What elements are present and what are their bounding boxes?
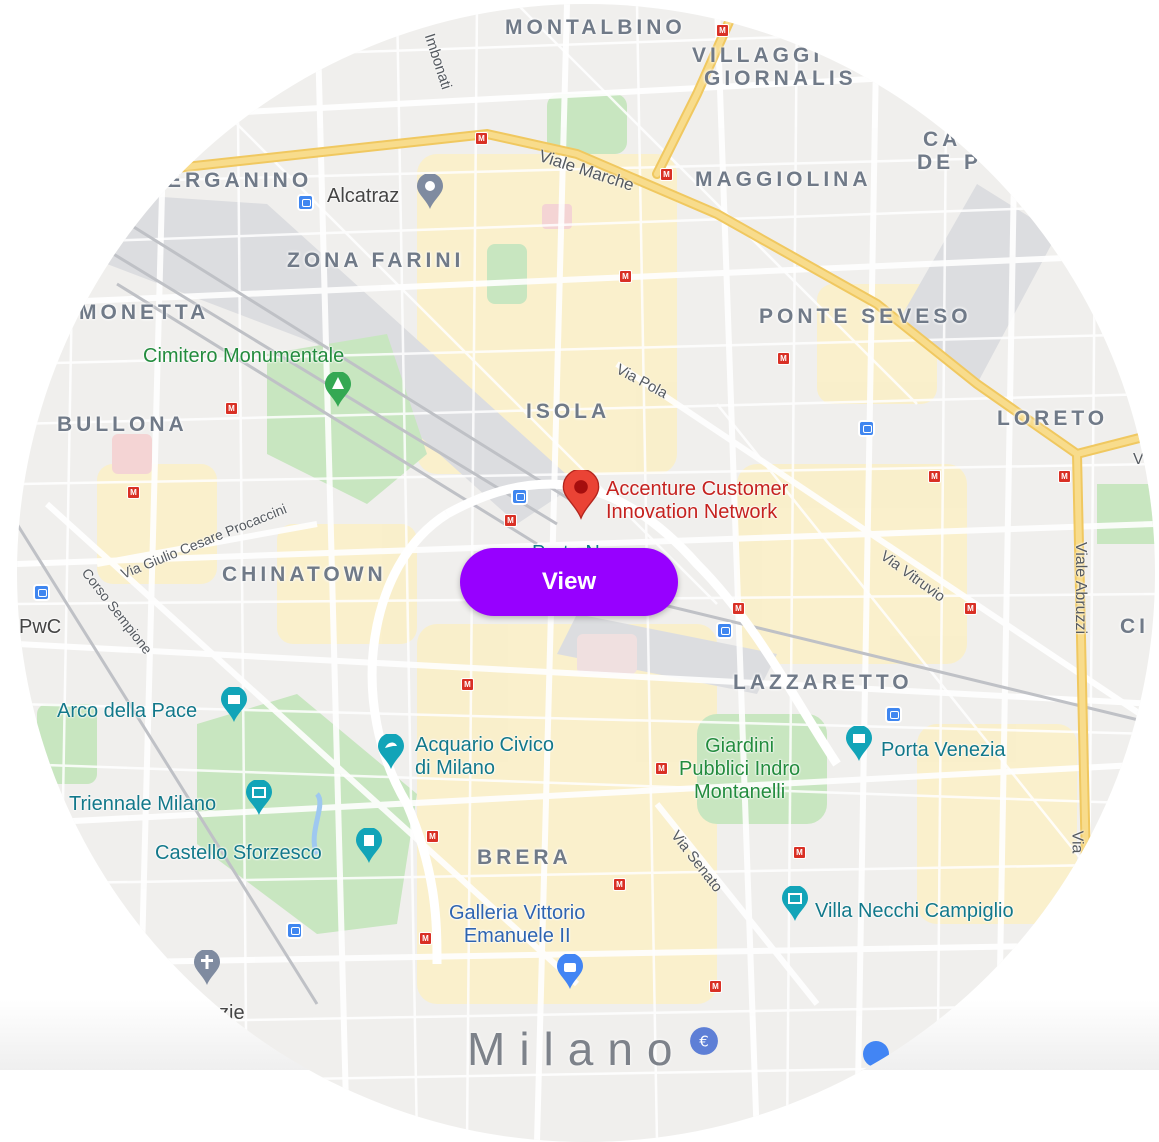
district-label-chinatown: CHINATOWN (222, 563, 387, 586)
castello-tower-icon[interactable] (355, 828, 383, 864)
metro-station-icon[interactable] (793, 846, 806, 859)
metro-station-icon[interactable] (426, 830, 439, 843)
district-label-montalbino: MONTALBINO (505, 16, 686, 39)
aquarium-dolphin-icon[interactable] (377, 734, 405, 770)
district-label-ci: CI (1120, 615, 1149, 638)
train-station-icon[interactable] (286, 922, 303, 939)
district-label-isola: ISOLA (526, 400, 611, 423)
street-label-v-partial: V (1133, 451, 1144, 468)
poi-label-galleria-line1: Galleria Vittorio (449, 902, 586, 924)
poi-label-acquario-line2: di Milano (415, 757, 496, 779)
poi-label-porta-venezia[interactable]: Porta Venezia (881, 739, 1006, 762)
metro-station-icon[interactable] (475, 132, 488, 145)
district-label-maggiolina: MAGGIOLINA (695, 168, 872, 191)
district-label-monetta: MONETTA (79, 301, 210, 324)
poi-label-cimitero-monumentale[interactable]: Cimitero Monumentale (143, 345, 344, 368)
poi-label-galleria-vittorio[interactable]: Galleria Vittorio Emanuele II (449, 902, 585, 948)
metro-station-icon[interactable] (777, 352, 790, 365)
district-label-ca-line1: CA (923, 128, 962, 151)
district-label-ca: CA DE P (917, 128, 982, 174)
district-label-loreto: LORETO (997, 407, 1109, 430)
district-label-bullona: BULLONA (57, 413, 188, 436)
poi-label-giardini-line1: Giardini (705, 735, 775, 757)
poi-label-acquario-line1: Acquario Civico (415, 734, 554, 756)
triennale-museum-icon[interactable] (245, 780, 273, 816)
district-label-berganino: ERGANINO (167, 169, 313, 192)
location-pin-icon[interactable] (562, 470, 600, 520)
poi-label-alcatraz[interactable]: Alcatraz (327, 185, 399, 208)
poi-label-galleria-line2: Emanuele II (463, 925, 571, 947)
svg-text:€: € (699, 1032, 709, 1050)
poi-label-arco-della-pace[interactable]: Arco della Pace (57, 700, 197, 723)
metro-station-icon[interactable] (660, 168, 673, 181)
district-label-brera: BRERA (477, 846, 572, 869)
metro-station-icon[interactable] (732, 602, 745, 615)
metro-station-icon[interactable] (709, 980, 722, 993)
cemetery-tree-icon[interactable] (324, 372, 352, 408)
poi-label-main-marker[interactable]: Accenture Customer Innovation Network (606, 478, 788, 524)
metro-station-icon[interactable] (655, 762, 668, 775)
train-station-icon[interactable] (716, 622, 733, 639)
train-station-icon[interactable] (885, 706, 902, 723)
galleria-shopping-icon[interactable] (556, 954, 584, 990)
poi-label-giardini[interactable]: Giardini Pubblici Indro Montanelli (679, 735, 800, 804)
poi-label-pwc[interactable]: PwC (19, 616, 61, 639)
poi-label-giardini-line3: Montanelli (694, 781, 786, 803)
metro-station-icon[interactable] (964, 602, 977, 615)
poi-label-zie: zie (219, 1002, 245, 1024)
metro-station-icon[interactable] (716, 24, 729, 37)
district-label-ponte-seveso: PONTE SEVESO (759, 305, 972, 328)
metro-station-icon[interactable] (419, 932, 432, 945)
district-label-zona-farini: ZONA FARINI (287, 249, 465, 272)
bank-pin-icon[interactable] (862, 1040, 890, 1068)
district-label-lazzaretto: LAZZARETTO (733, 671, 913, 694)
train-station-icon[interactable] (297, 194, 314, 211)
metro-station-icon[interactable] (127, 486, 140, 499)
porta-venezia-landmark-icon[interactable] (845, 726, 873, 762)
poi-label-giardini-line2: Pubblici Indro (679, 758, 801, 780)
metro-station-icon[interactable] (504, 514, 517, 527)
metro-station-icon[interactable] (461, 678, 474, 691)
poi-label-castello-sforzesco[interactable]: Castello Sforzesco (155, 842, 322, 865)
train-station-icon[interactable] (858, 420, 875, 437)
city-label: Milano (467, 1023, 687, 1075)
church-cross-icon[interactable] (193, 950, 221, 986)
street-label-via-partial: Via (1068, 830, 1086, 854)
view-button[interactable]: View (460, 548, 678, 616)
train-station-icon[interactable] (33, 584, 50, 601)
poi-label-acquario-civico[interactable]: Acquario Civico di Milano (415, 734, 554, 780)
district-label-ca-line2: DE P (917, 151, 983, 175)
villa-necchi-museum-icon[interactable] (781, 886, 809, 922)
poi-label-triennale-milano[interactable]: Triennale Milano (69, 793, 216, 816)
metro-station-icon[interactable] (619, 270, 632, 283)
poi-label-main-marker-line1: Accenture Customer (606, 478, 789, 500)
district-label-villaggio-line2: GIORNALIS (704, 67, 857, 91)
arco-della-pace-landmark-icon[interactable] (220, 687, 248, 723)
street-label-viale-abruzzi: Viale Abruzzi (1072, 541, 1090, 635)
train-station-icon[interactable] (511, 488, 528, 505)
metro-station-icon[interactable] (225, 402, 238, 415)
metro-station-icon[interactable] (928, 470, 941, 483)
metro-station-icon[interactable] (613, 878, 626, 891)
district-label-villaggio: VILLAGGI GIORNALIS (692, 44, 857, 90)
alcatraz-pin-icon[interactable] (416, 174, 444, 210)
poi-label-villa-necchi[interactable]: Villa Necchi Campiglio (815, 900, 1014, 923)
metro-station-icon[interactable] (1058, 470, 1071, 483)
district-label-villaggio-line1: VILLAGGI (692, 44, 824, 67)
poi-label-main-marker-line2: Innovation Network (606, 501, 778, 523)
euro-bank-icon[interactable]: € (689, 1026, 719, 1056)
